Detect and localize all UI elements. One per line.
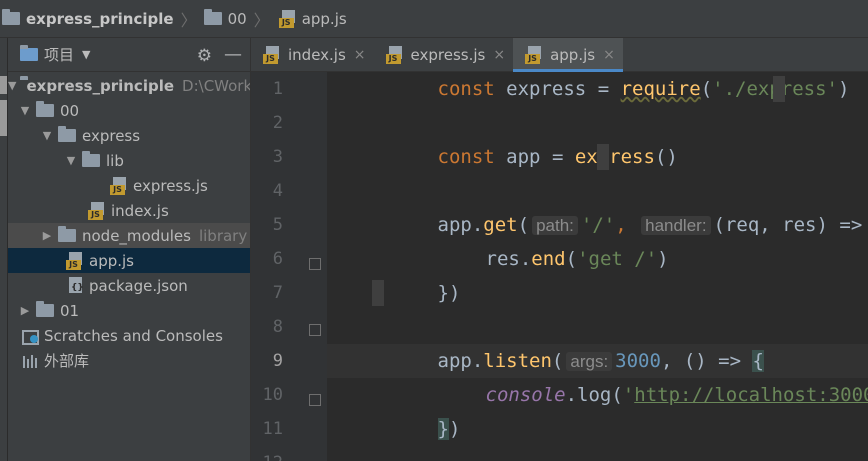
line-number-current: 9 <box>272 351 283 371</box>
tree-item[interactable]: ▼ lib <box>8 148 250 173</box>
folder-icon <box>36 101 54 117</box>
line-number: 10 <box>262 385 283 405</box>
js-file-icon: JS <box>263 46 281 64</box>
chevron-down-icon[interactable]: ▼ <box>18 104 32 117</box>
fold-marker-icon[interactable] <box>309 394 321 406</box>
url-link[interactable]: http://localhost:3000 <box>634 384 868 406</box>
scratch-icon <box>22 328 40 345</box>
line-number: 2 <box>272 113 283 133</box>
json-file-icon: {} <box>66 276 84 295</box>
library-icon <box>22 354 40 368</box>
js-file-icon: JS <box>110 176 128 195</box>
tree-item[interactable]: ▼ 00 <box>8 98 250 123</box>
chevron-down-icon[interactable]: ▼ <box>8 79 16 92</box>
brace-match-marker <box>773 76 785 102</box>
code-line[interactable]: const app = express() <box>327 140 868 174</box>
chevron-right-icon[interactable]: ▶ <box>18 304 32 317</box>
breadcrumb-item-project[interactable]: express_principle <box>0 0 178 38</box>
tree-item[interactable]: JS index.js <box>8 198 250 223</box>
chevron-down-icon[interactable]: ▼ <box>64 154 78 167</box>
tree-item[interactable]: ▼ express <box>8 123 250 148</box>
editor: JS index.js × JS express.js × JS app.js … <box>250 38 868 461</box>
tree-item[interactable]: ▶ 01 <box>8 298 250 323</box>
tree-item[interactable]: Scratches and Consoles <box>8 323 250 348</box>
line-number-gutter: 1 2 3 4 5 6 7 8 9 10 11 12 💡 <box>251 72 375 461</box>
line-number: 5 <box>272 215 283 235</box>
code-area[interactable]: const express = require('./express') con… <box>327 72 868 461</box>
js-file-icon: JS <box>88 201 106 220</box>
minimize-icon[interactable]: — <box>224 44 242 65</box>
line-number: 11 <box>262 419 283 439</box>
fold-marker-icon[interactable] <box>309 258 321 270</box>
js-file-icon: JS <box>278 9 297 28</box>
chevron-right-icon: 〉 <box>180 10 197 30</box>
brace-match-marker <box>597 144 609 170</box>
chevron-down-icon[interactable]: ▼ <box>40 129 54 142</box>
tree-item[interactable]: ▼ express_principle D:\CWork <box>8 73 250 98</box>
tree-item-selected[interactable]: JS app.js <box>8 248 250 273</box>
breadcrumb: express_principle 〉 00 〉 JS app.js <box>0 0 868 38</box>
line-number: 3 <box>272 147 283 167</box>
tool-window-strip <box>0 38 8 461</box>
fold-marker-icon[interactable] <box>309 324 321 336</box>
tool-window-marker[interactable] <box>0 100 7 118</box>
project-panel: 项目 ▼ ⚙ — ▼ express_principle D:\CWork ▼ … <box>8 38 250 461</box>
line-number: 6 <box>272 249 283 269</box>
line-number: 4 <box>272 181 283 201</box>
code-line[interactable]: }) <box>327 276 868 310</box>
chevron-right-icon[interactable]: ▶ <box>40 229 54 242</box>
gear-icon[interactable]: ⚙ <box>197 46 212 66</box>
breadcrumb-item-00[interactable]: 00 <box>200 0 251 38</box>
caret-down-icon[interactable]: ▼ <box>82 48 90 61</box>
breadcrumb-item-appjs[interactable]: JS app.js <box>273 0 351 38</box>
line-number: 1 <box>272 79 283 99</box>
tree-item[interactable]: 外部库 <box>8 348 250 373</box>
project-panel-title[interactable]: 项目 <box>44 44 74 65</box>
tree-item[interactable]: {} package.json <box>8 273 250 298</box>
project-view-icon <box>20 45 38 61</box>
brace-match-marker <box>372 280 384 306</box>
js-file-icon: JS <box>66 251 84 270</box>
line-number: 12 <box>251 446 283 461</box>
project-panel-header: 项目 ▼ ⚙ — <box>8 38 250 72</box>
folder-icon <box>58 126 76 142</box>
tree-item[interactable]: ▶ node_modules library <box>8 223 250 248</box>
line-number: 7 <box>272 283 283 303</box>
tree-item[interactable]: JS express.js <box>8 173 250 198</box>
folder-icon <box>58 226 76 242</box>
folder-icon <box>82 151 100 167</box>
tool-window-marker[interactable] <box>0 76 7 94</box>
chevron-right-icon: 〉 <box>253 10 270 30</box>
tool-window-marker[interactable] <box>0 118 7 136</box>
code-line[interactable]: }) <box>327 412 868 446</box>
matched-brace: } <box>437 418 449 440</box>
line-number: 8 <box>272 317 283 337</box>
folder-icon <box>203 9 222 25</box>
folder-icon <box>36 301 54 317</box>
code-line[interactable]: const express = require('./express') <box>327 72 868 106</box>
folder-icon <box>2 9 20 25</box>
